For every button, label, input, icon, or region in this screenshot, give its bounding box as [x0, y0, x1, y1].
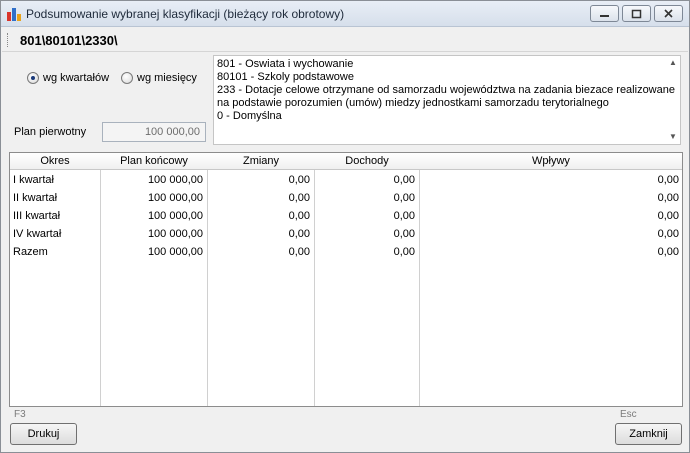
- minimize-button[interactable]: [590, 5, 619, 22]
- header-wplywy[interactable]: Wpływy: [420, 155, 682, 167]
- scroll-up-icon[interactable]: ▲: [669, 58, 677, 67]
- cell-plan-koncowy: 100 000,00: [147, 228, 203, 240]
- header-dochody[interactable]: Dochody: [315, 155, 419, 167]
- cell-okres: III kwartał: [13, 210, 61, 222]
- table-header: Okres Plan końcowy Zmiany Dochody Wpływy: [10, 153, 682, 170]
- cell-wplywy: 0,00: [657, 246, 679, 258]
- cell-dochody: 0,00: [393, 210, 415, 222]
- cell-plan-koncowy: 100 000,00: [147, 192, 203, 204]
- cell-plan-koncowy: 100 000,00: [147, 174, 203, 186]
- header-zmiany[interactable]: Zmiany: [208, 155, 314, 167]
- close-shortcut-hint: Esc: [620, 409, 637, 420]
- radio-quarterly[interactable]: [27, 72, 39, 84]
- description-line: 80101 - Szkoly podstawowe: [217, 71, 354, 83]
- cell-wplywy: 0,00: [657, 228, 679, 240]
- description-scrollbar[interactable]: ▲ ▼: [666, 56, 680, 144]
- table-row[interactable]: IV kwartał 100 000,00 0,00 0,00 0,00: [10, 225, 682, 243]
- radio-quarterly-label[interactable]: wg kwartałów: [43, 72, 109, 84]
- header-plan-koncowy[interactable]: Plan końcowy: [101, 155, 207, 167]
- cell-plan-koncowy: 100 000,00: [147, 210, 203, 222]
- maximize-button[interactable]: [622, 5, 651, 22]
- close-icon: [664, 9, 673, 18]
- close-window-button[interactable]: [654, 5, 683, 22]
- summary-window: Podsumowanie wybranej klasyfikacji (bież…: [0, 0, 690, 453]
- print-button[interactable]: Drukuj: [10, 423, 77, 445]
- table-row[interactable]: II kwartał 100 000,00 0,00 0,00 0,00: [10, 189, 682, 207]
- description-line: na podstawie porozumien (umów) miedzy je…: [217, 97, 609, 109]
- cell-zmiany: 0,00: [288, 192, 310, 204]
- cell-dochody: 0,00: [393, 174, 415, 186]
- close-button[interactable]: Zamknij: [615, 423, 682, 445]
- plan-label: Plan pierwotny: [14, 126, 87, 138]
- header-okres[interactable]: Okres: [10, 155, 100, 167]
- app-chart-icon: [7, 8, 21, 21]
- radio-monthly[interactable]: [121, 72, 134, 84]
- scroll-down-icon[interactable]: ▼: [669, 132, 677, 141]
- title-bar[interactable]: Podsumowanie wybranej klasyfikacji (bież…: [1, 1, 689, 27]
- description-line: 0 - Domyślna: [217, 110, 282, 122]
- table-row[interactable]: I kwartał 100 000,00 0,00 0,00 0,00: [10, 171, 682, 189]
- classification-path: 801\80101\2330\: [20, 33, 118, 48]
- cell-dochody: 0,00: [393, 228, 415, 240]
- cell-okres: II kwartał: [13, 192, 58, 204]
- plan-field: 100 000,00: [102, 122, 206, 142]
- classification-path-bar: 801\80101\2330\: [2, 28, 688, 52]
- toolbar-grip-icon: [7, 33, 10, 47]
- cell-zmiany: 0,00: [288, 174, 310, 186]
- cell-wplywy: 0,00: [657, 192, 679, 204]
- description-line: 233 - Dotacje celowe otrzymane od samorz…: [217, 84, 675, 96]
- table-row[interactable]: III kwartał 100 000,00 0,00 0,00 0,00: [10, 207, 682, 225]
- window-title: Podsumowanie wybranej klasyfikacji (bież…: [26, 7, 345, 21]
- description-line: 801 - Oswiata i wychowanie: [217, 58, 354, 70]
- table-row-total[interactable]: Razem 100 000,00 0,00 0,00 0,00: [10, 243, 682, 261]
- summary-table: Okres Plan końcowy Zmiany Dochody Wpływy…: [9, 152, 683, 407]
- cell-okres: Razem: [13, 246, 48, 258]
- minimize-icon: [600, 15, 609, 17]
- radio-monthly-label[interactable]: wg miesięcy: [137, 72, 197, 84]
- cell-wplywy: 0,00: [657, 174, 679, 186]
- cell-dochody: 0,00: [393, 246, 415, 258]
- cell-zmiany: 0,00: [288, 246, 310, 258]
- print-shortcut-hint: F3: [14, 409, 26, 420]
- period-selector: wg kwartałów wg miesięcy: [27, 72, 209, 84]
- cell-okres: IV kwartał: [13, 228, 62, 240]
- cell-plan-koncowy: 100 000,00: [147, 246, 203, 258]
- classification-description[interactable]: 801 - Oswiata i wychowanie 80101 - Szkol…: [213, 55, 681, 145]
- cell-wplywy: 0,00: [657, 210, 679, 222]
- cell-okres: I kwartał: [13, 174, 54, 186]
- cell-zmiany: 0,00: [288, 228, 310, 240]
- cell-dochody: 0,00: [393, 192, 415, 204]
- cell-zmiany: 0,00: [288, 210, 310, 222]
- maximize-icon: [631, 9, 642, 19]
